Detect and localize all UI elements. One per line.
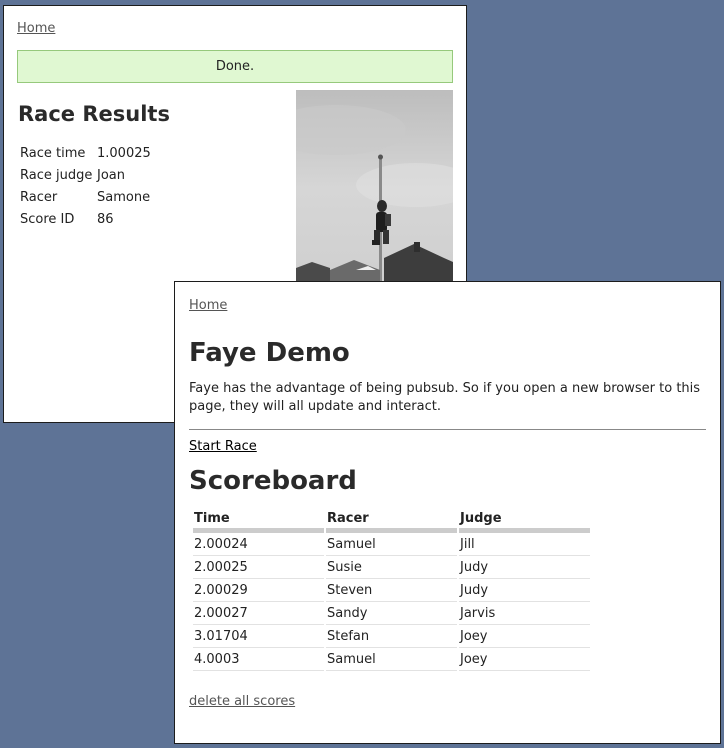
cell-judge: Joey xyxy=(459,625,590,648)
scoreboard-title: Scoreboard xyxy=(189,466,357,496)
detail-row: Score ID 86 xyxy=(20,208,151,230)
home-link[interactable]: Home xyxy=(17,21,55,36)
cell-time: 3.01704 xyxy=(193,625,324,648)
cell-racer: Steven xyxy=(326,579,457,602)
start-race-link[interactable]: Start Race xyxy=(189,439,257,454)
delete-all-scores-link[interactable]: delete all scores xyxy=(189,694,295,709)
table-row: 2.00029 Steven Judy xyxy=(193,579,590,602)
detail-label: Score ID xyxy=(20,211,75,227)
cell-time: 2.00029 xyxy=(193,579,324,602)
pole-climber-image xyxy=(296,90,453,286)
cell-racer: Samuel xyxy=(326,648,457,671)
cell-time: 2.00027 xyxy=(193,602,324,625)
column-header-judge: Judge xyxy=(459,508,590,533)
home-link[interactable]: Home xyxy=(189,298,227,313)
page-title: Faye Demo xyxy=(189,338,350,368)
table-row: 2.00025 Susie Judy xyxy=(193,556,590,579)
table-row: 3.01704 Stefan Joey xyxy=(193,625,590,648)
intro-text: Faye has the advantage of being pubsub. … xyxy=(189,381,701,414)
cell-judge: Jill xyxy=(459,533,590,556)
detail-label: Race time xyxy=(20,145,86,161)
column-header-racer: Racer xyxy=(326,508,457,533)
cell-time: 2.00024 xyxy=(193,533,324,556)
table-header-row: Time Racer Judge xyxy=(193,508,590,533)
page-title: Race Results xyxy=(18,102,170,126)
scoreboard-table: Time Racer Judge 2.00024 Samuel Jill 2.0… xyxy=(191,508,592,671)
cell-racer: Sandy xyxy=(326,602,457,625)
detail-row: Race judge Joan xyxy=(20,164,151,186)
cell-racer: Susie xyxy=(326,556,457,579)
table-row: 2.00027 Sandy Jarvis xyxy=(193,602,590,625)
detail-row: Race time 1.00025 xyxy=(20,142,151,164)
faye-demo-window: Home Faye Demo Faye has the advantage of… xyxy=(174,281,721,744)
detail-row: Racer Samone xyxy=(20,186,151,208)
cell-judge: Joey xyxy=(459,648,590,671)
flash-message: Done. xyxy=(17,50,453,83)
detail-value: 1.00025 xyxy=(97,145,151,161)
detail-value: 86 xyxy=(97,211,114,227)
cell-judge: Judy xyxy=(459,556,590,579)
table-row: 4.0003 Samuel Joey xyxy=(193,648,590,671)
cell-racer: Samuel xyxy=(326,533,457,556)
cell-racer: Stefan xyxy=(326,625,457,648)
column-header-time: Time xyxy=(193,508,324,533)
detail-value: Samone xyxy=(97,189,151,205)
divider xyxy=(189,429,706,430)
cell-time: 4.0003 xyxy=(193,648,324,671)
racer-photo xyxy=(296,90,453,286)
cell-judge: Jarvis xyxy=(459,602,590,625)
detail-value: Joan xyxy=(97,167,125,183)
cell-time: 2.00025 xyxy=(193,556,324,579)
cell-judge: Judy xyxy=(459,579,590,602)
detail-label: Race judge xyxy=(20,167,93,183)
race-details-table: Race time 1.00025 Race judge Joan Racer … xyxy=(20,142,151,230)
detail-label: Racer xyxy=(20,189,58,205)
table-row: 2.00024 Samuel Jill xyxy=(193,533,590,556)
